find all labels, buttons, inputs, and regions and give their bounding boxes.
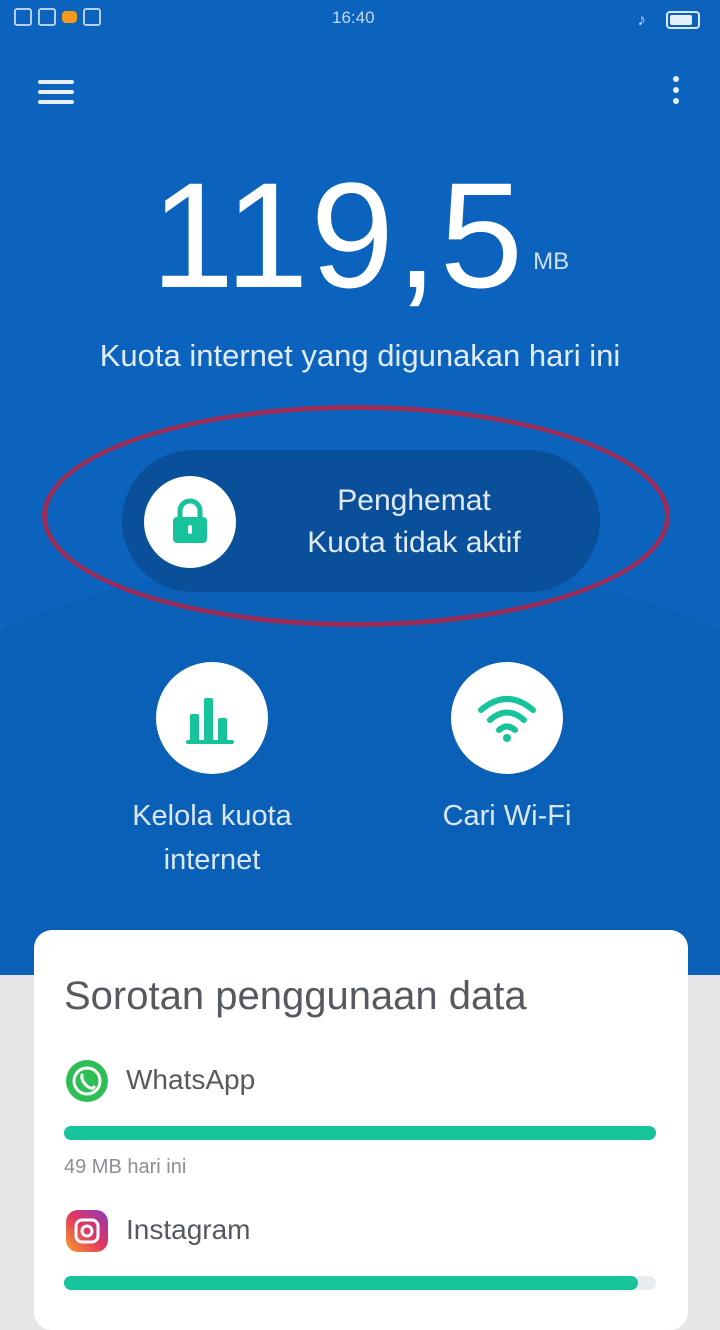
status-bar: 16:40 ♪ <box>0 0 720 36</box>
usage-bar-fill <box>64 1276 639 1290</box>
find-wifi-icon-circle <box>451 662 563 774</box>
notification-icon <box>83 8 102 26</box>
usage-value: 119,5 <box>150 151 526 319</box>
card-title: Sorotan penggunaan data <box>64 974 527 1018</box>
data-speed-icon <box>62 11 78 23</box>
manage-quota-button[interactable]: Kelola kuota internet <box>87 662 337 882</box>
data-usage-highlights-card[interactable]: Sorotan penggunaan data WhatsApp 49 MB h… <box>34 930 688 1330</box>
app-usage-text: 49 MB hari ini <box>64 1156 187 1178</box>
usage-caption: Kuota internet yang digunakan hari ini <box>99 338 621 373</box>
usage-bar-track <box>64 1126 656 1140</box>
status-icons-right: ♪ <box>637 10 700 30</box>
status-time: 16:40 <box>332 8 375 27</box>
find-wifi-button[interactable]: Cari Wi-Fi <box>382 662 632 838</box>
hero-panel: 16:40 ♪ 119,5 MB Kuota internet yang digu… <box>0 0 720 975</box>
usage-bar-track <box>64 1276 656 1290</box>
instagram-icon <box>66 1210 108 1252</box>
manage-quota-label-line1: Kelola kuota <box>132 800 292 832</box>
highlight-annotation-ring <box>42 405 670 627</box>
more-vertical-icon[interactable] <box>664 76 688 112</box>
usage-display: 119,5 MB <box>0 160 720 310</box>
whatsapp-icon <box>66 1060 108 1102</box>
signal-icon <box>38 8 56 26</box>
whatsapp-phone-glyph <box>72 1066 102 1096</box>
manage-quota-label-line2: internet <box>163 844 261 876</box>
battery-icon <box>666 11 700 29</box>
app-name: Instagram <box>126 1214 251 1245</box>
manage-quota-label: Kelola kuota internet <box>87 794 337 882</box>
usage-unit: MB <box>533 248 570 275</box>
status-icons-left <box>14 8 102 26</box>
find-wifi-label: Cari Wi-Fi <box>442 800 572 832</box>
alarm-icon: ♪ <box>637 10 647 29</box>
hamburger-menu-icon[interactable] <box>38 80 74 108</box>
usage-bar-fill <box>64 1126 656 1140</box>
instagram-camera-glyph <box>74 1218 100 1244</box>
bar-chart-icon <box>186 698 234 744</box>
app-name: WhatsApp <box>126 1064 256 1095</box>
manage-quota-icon-circle <box>156 662 268 774</box>
wifi-icon <box>478 696 536 742</box>
sim-icon <box>14 8 32 26</box>
